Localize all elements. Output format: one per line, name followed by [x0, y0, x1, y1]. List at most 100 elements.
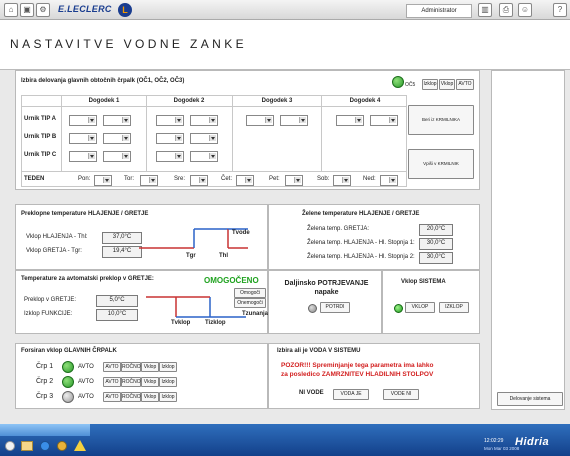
day-label: Sob:	[317, 176, 330, 182]
day-select[interactable]	[140, 175, 158, 186]
day-label: Pon:	[78, 176, 91, 182]
time-select[interactable]	[336, 115, 364, 126]
event-1-header: Dogodek 1	[88, 98, 120, 104]
switch-heating-label: Preklop v GRETJE:	[24, 297, 77, 303]
remote-status-led	[308, 304, 317, 313]
help-icon[interactable]: ?	[553, 3, 567, 17]
day-label: Čet:	[221, 176, 233, 182]
day-select[interactable]	[380, 175, 398, 186]
pump-2-on-button[interactable]: Vklop	[141, 377, 159, 387]
day-select[interactable]	[190, 175, 208, 186]
folder-icon[interactable]	[21, 441, 33, 451]
time-select[interactable]	[190, 151, 218, 162]
tvklop-label: Tvklop	[171, 320, 191, 326]
pump-3-auto-button[interactable]: AVTO	[103, 392, 121, 402]
time-select[interactable]	[69, 133, 97, 144]
time-select[interactable]	[156, 115, 184, 126]
auto-switch-status: OMOGOČENO	[204, 276, 259, 285]
day-select[interactable]	[236, 175, 254, 186]
water-no-button[interactable]: VODE NI	[383, 389, 419, 400]
pump-1-auto-button[interactable]: AVTO	[103, 362, 121, 372]
pump-3-manual-button[interactable]: ROČNO	[121, 392, 141, 402]
pump-3-off-button[interactable]: Izklop	[159, 392, 177, 402]
taskbar: 12:02:29 Mon Mar 03 2008 Hidria	[0, 424, 570, 456]
user-field[interactable]: Administrator	[406, 4, 472, 18]
chart-icon[interactable]: ▥	[478, 3, 492, 17]
time-select[interactable]	[156, 133, 184, 144]
pump-3-mode: AVTO	[78, 394, 94, 400]
printer-icon[interactable]: ⎙	[499, 3, 513, 17]
time-select[interactable]	[190, 133, 218, 144]
desired-cooling-1-value[interactable]: 30,0°C	[419, 238, 453, 250]
system-off-button[interactable]: IZKLOP	[439, 302, 469, 313]
pump-1-on-button[interactable]: Vklop	[141, 362, 159, 372]
time-select[interactable]	[246, 115, 274, 126]
brand-mark: L	[118, 3, 132, 17]
water-yes-button[interactable]: VODA JE	[333, 389, 369, 400]
day-label: Ned:	[363, 176, 376, 182]
day-select[interactable]	[285, 175, 303, 186]
pump-off-button[interactable]: Izklop	[422, 79, 438, 90]
time-select[interactable]	[370, 115, 398, 126]
save-icon[interactable]: ▣	[20, 3, 34, 17]
switch-heating-value[interactable]: 5,0°C	[96, 295, 138, 307]
remote-confirm-title: Daljinsko POTRJEVANJE napake	[284, 280, 369, 296]
pump-2-label: Črp 2	[36, 378, 54, 385]
pump-2-off-button[interactable]: Izklop	[159, 377, 177, 387]
desired-heating-value[interactable]: 20,0°C	[419, 224, 453, 236]
pump-3-on-button[interactable]: Vklop	[141, 392, 159, 402]
day-select[interactable]	[333, 175, 351, 186]
time-select[interactable]	[103, 133, 131, 144]
settings-icon[interactable]: ⚙	[36, 3, 50, 17]
pump-1-label: Črp 1	[36, 363, 54, 370]
event-4-header: Dogodek 4	[349, 98, 381, 104]
home-icon[interactable]: ⌂	[4, 3, 18, 17]
write-controller-button[interactable]: Vpiši v KRMILNIK	[408, 149, 474, 179]
time-select[interactable]	[69, 115, 97, 126]
brand-logo: E.LECLERC	[58, 4, 112, 14]
pump-2-auto-button[interactable]: AVTO	[103, 377, 121, 387]
desired-cooling-2-label: Želena temp. HLAJENJA - Hl. Stopnja 2:	[307, 254, 415, 260]
forced-pumps-panel: Forsiran vklop GLAVNIH ČRPALK Črp 1 AVTO…	[15, 343, 268, 409]
read-controller-button[interactable]: Beri iz KRMILNIKA	[408, 105, 474, 135]
pump-2-manual-button[interactable]: ROČNO	[121, 377, 141, 387]
pump-schedule-panel: Izbira delovanja glavnih obtočnih črpalk…	[15, 70, 480, 190]
time-select[interactable]	[69, 151, 97, 162]
function-off-label: Izklop FUNKCIJE:	[24, 311, 73, 317]
thl-label: Thl	[219, 253, 228, 259]
pump-on-button[interactable]: Vklop	[439, 79, 455, 90]
time-select[interactable]	[103, 151, 131, 162]
function-off-value[interactable]: 10,0°C	[96, 309, 138, 321]
system-operation-button[interactable]: Delovanje sistema	[497, 392, 563, 406]
auto-switch-title: Temperature za avtomatski preklop v GRET…	[21, 276, 154, 282]
pump-schedule-title: Izbira delovanja glavnih obtočnih črpalk…	[21, 78, 185, 84]
pump-1-mode: AVTO	[78, 364, 94, 370]
users-icon[interactable]: ☺	[518, 3, 532, 17]
row-label-b: Urnik TIP B	[24, 134, 57, 140]
globe-icon[interactable]	[40, 441, 50, 451]
pump-1-manual-button[interactable]: ROČNO	[121, 362, 141, 372]
day-label: Tor:	[124, 176, 135, 182]
time-select[interactable]	[103, 115, 131, 126]
desired-heating-label: Želena temp. GRETJA:	[307, 226, 370, 232]
system-on-button[interactable]: VKLOP	[405, 302, 435, 313]
day-select[interactable]	[94, 175, 112, 186]
time-select[interactable]	[280, 115, 308, 126]
water-warning-line1: POZOR!!! Spreminjanje tega parametra ima…	[281, 362, 434, 369]
settings-icon[interactable]	[5, 441, 15, 451]
warning-icon[interactable]	[74, 440, 86, 451]
alert-icon[interactable]	[57, 441, 67, 451]
event-3-header: Dogodek 3	[261, 98, 293, 104]
row-label-a: Urnik TIP A	[24, 116, 57, 122]
confirm-button[interactable]: POTRDI	[320, 302, 350, 313]
auto-switch-diagram	[146, 296, 246, 318]
event-2-header: Dogodek 2	[173, 98, 205, 104]
time-select[interactable]	[190, 115, 218, 126]
pump-1-off-button[interactable]: Izklop	[159, 362, 177, 372]
desired-cooling-2-value[interactable]: 30,0°C	[419, 252, 453, 264]
pump-3-status-icon	[62, 391, 74, 403]
time-select[interactable]	[156, 151, 184, 162]
pump-auto-button[interactable]: AVTO	[456, 79, 474, 90]
water-panel: Izbira ali je VODA V SISTEMU POZOR!!! Sp…	[268, 343, 480, 409]
pump-badge-label: OČ5	[405, 82, 416, 88]
